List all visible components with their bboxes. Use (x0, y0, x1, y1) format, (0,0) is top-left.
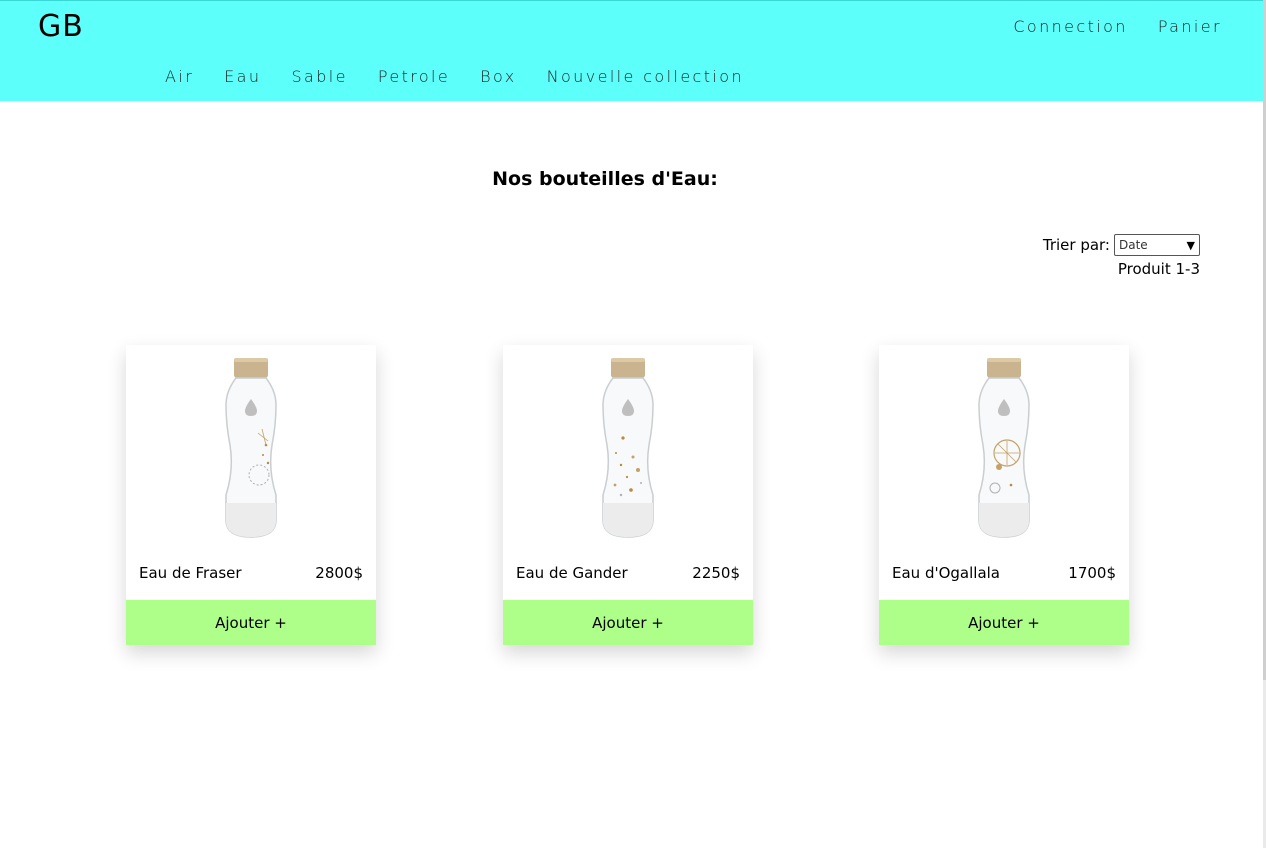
add-to-cart-button[interactable]: Ajouter + (126, 600, 376, 645)
product-card: Eau d'Ogallala 1700$ Ajouter + (879, 345, 1129, 645)
sort-control: Trier par: Date ▼ (1043, 234, 1200, 256)
bottle-icon (225, 358, 277, 538)
sort-selected-value: Date (1119, 238, 1148, 252)
product-card: Eau de Gander 2250$ Ajouter + (503, 345, 753, 645)
product-price: 2250$ (692, 564, 740, 582)
product-image[interactable] (879, 345, 1129, 545)
bottle-icon (602, 358, 654, 538)
site-header: GB Connection Panier Air Eau Sable Petro… (0, 0, 1266, 101)
product-image[interactable] (126, 345, 376, 545)
product-image[interactable] (503, 345, 753, 545)
product-card: Eau de Fraser 2800$ Ajouter + (126, 345, 376, 645)
nav-item-sable[interactable]: Sable (291, 67, 347, 86)
product-name: Eau de Gander (516, 564, 628, 582)
chevron-down-icon: ▼ (1186, 238, 1195, 252)
product-name: Eau de Fraser (139, 564, 242, 582)
sort-label: Trier par: (1042, 236, 1110, 254)
account-links: Connection Panier (1013, 17, 1222, 36)
site-logo[interactable]: GB (38, 9, 84, 44)
category-nav: Air Eau Sable Petrole Box Nouvelle colle… (165, 67, 744, 86)
login-link[interactable]: Connection (1013, 17, 1128, 36)
page-title: Nos bouteilles d'Eau: (492, 168, 718, 190)
nav-item-petrole[interactable]: Petrole (378, 67, 450, 86)
nav-item-box[interactable]: Box (480, 67, 516, 86)
product-price: 2800$ (315, 564, 363, 582)
nav-item-new-collection[interactable]: Nouvelle collection (547, 67, 744, 86)
sort-select[interactable]: Date ▼ (1114, 234, 1200, 256)
nav-item-air[interactable]: Air (165, 67, 194, 86)
product-count: Produit 1-3 (1117, 260, 1200, 278)
add-to-cart-button[interactable]: Ajouter + (503, 600, 753, 645)
nav-item-eau[interactable]: Eau (224, 67, 261, 86)
product-price: 1700$ (1068, 564, 1116, 582)
product-name: Eau d'Ogallala (892, 564, 1000, 582)
add-to-cart-button[interactable]: Ajouter + (879, 600, 1129, 645)
cart-link[interactable]: Panier (1158, 17, 1222, 36)
bottle-icon (978, 358, 1030, 538)
